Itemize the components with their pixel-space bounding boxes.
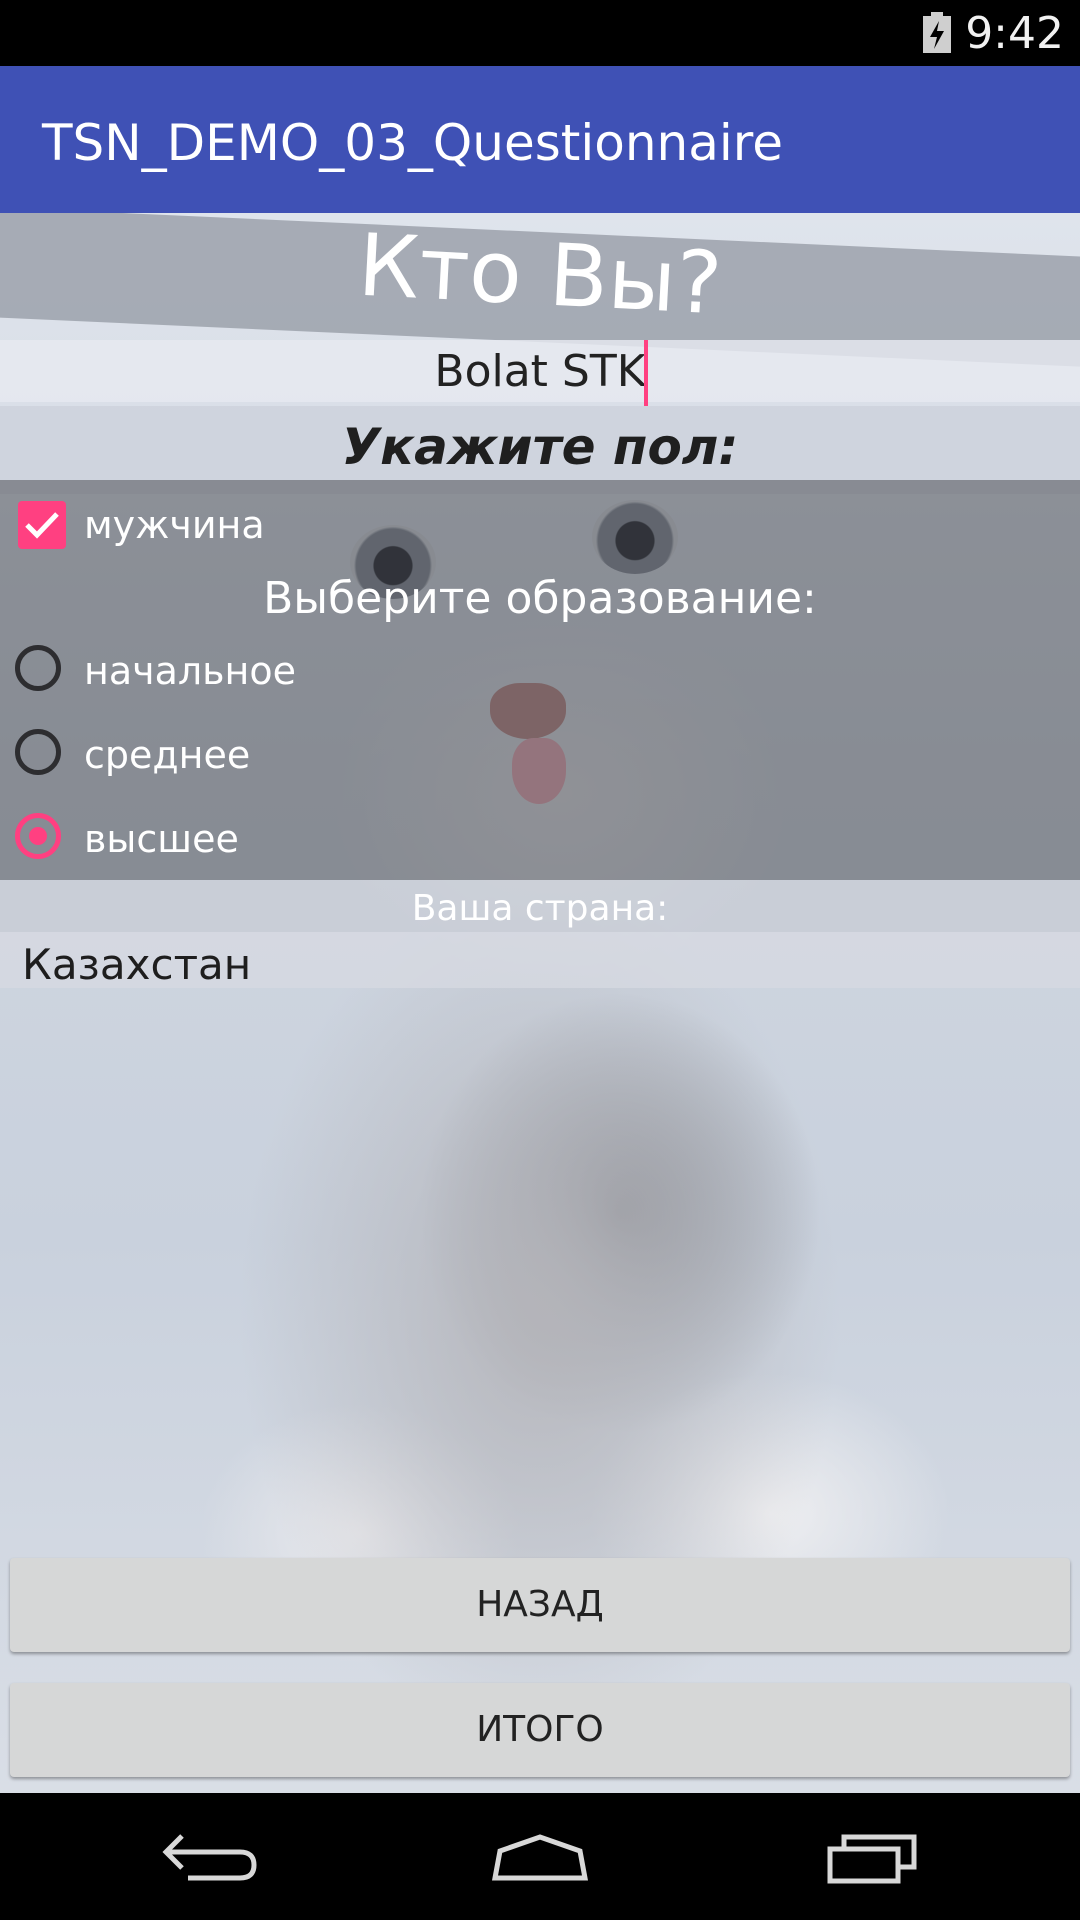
back-button[interactable]: НАЗАД [10,1558,1070,1652]
gender-label: Укажите пол: [341,418,739,476]
total-button[interactable]: ИТОГО [10,1683,1070,1777]
form-content: Кто Вы? Укажите пол: мужчина Выберите об… [0,213,1080,1793]
checkmark-icon [25,512,59,539]
male-checkbox[interactable] [18,501,66,549]
country-spinner[interactable]: Казахстан [0,932,1080,989]
radio-secondary-label[interactable]: среднее [84,733,250,777]
country-label: Ваша страна: [411,888,669,929]
radio-higher-label[interactable]: высшее [84,817,239,861]
name-input[interactable] [0,340,1080,402]
country-value: Казахстан [22,940,252,989]
status-time: 9:42 [965,8,1064,59]
country-label-band: Ваша страна: [0,880,1080,932]
text-cursor [644,340,648,406]
app-bar: TSN_DEMO_03_Questionnaire [0,66,1080,213]
radio-higher[interactable] [15,813,61,859]
status-bar: 9:42 [0,0,1080,66]
recents-icon[interactable] [826,1829,920,1885]
radio-primary[interactable] [15,645,61,691]
back-icon[interactable] [160,1828,260,1884]
radio-primary-label[interactable]: начальное [84,649,296,693]
name-field[interactable] [0,340,1080,402]
navigation-bar [0,1793,1080,1920]
app-title: TSN_DEMO_03_Questionnaire [42,114,783,172]
radio-secondary[interactable] [15,729,61,775]
battery-charging-icon [923,12,951,53]
male-checkbox-label[interactable]: мужчина [84,503,265,547]
education-label: Выберите образование: [263,573,817,624]
home-icon[interactable] [490,1833,590,1883]
